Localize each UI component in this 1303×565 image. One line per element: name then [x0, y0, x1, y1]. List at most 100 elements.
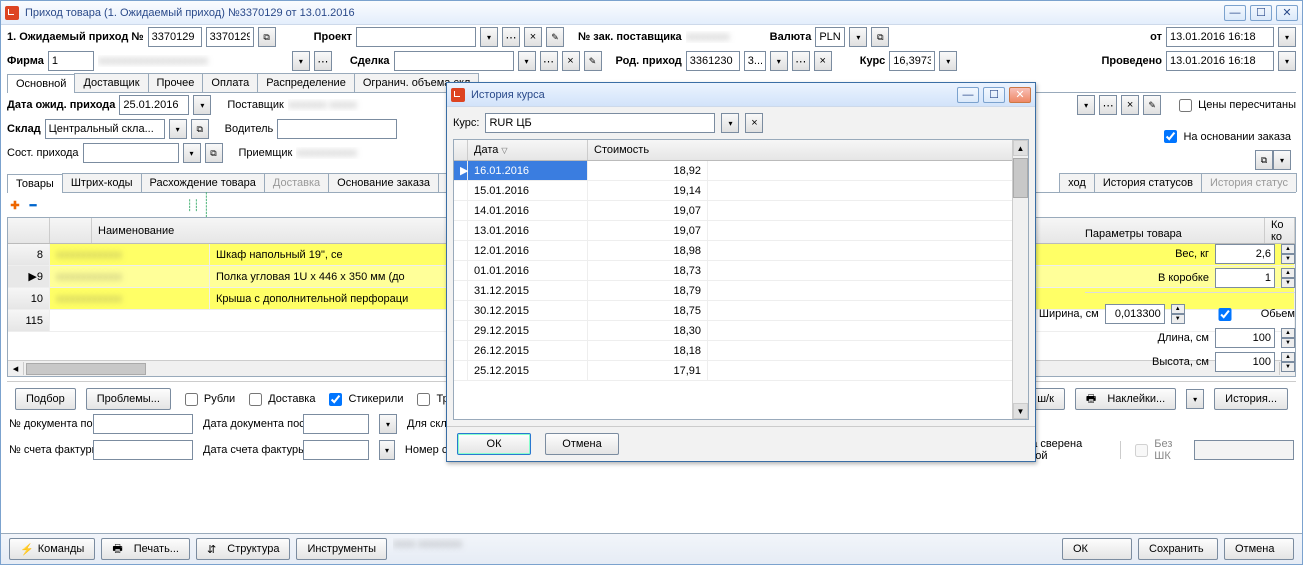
weight-up-icon[interactable]: ▲ [1281, 244, 1295, 254]
commands-button[interactable]: Команды [9, 538, 95, 560]
done-date-dropdown-icon[interactable] [1278, 51, 1296, 71]
rate-row[interactable]: 13.01.201619,07 [454, 221, 1028, 241]
rate-row[interactable]: 25.12.201517,91 [454, 361, 1028, 381]
rate-row[interactable]: 26.12.201518,18 [454, 341, 1028, 361]
supplier-more-icon[interactable] [1099, 95, 1117, 115]
length-up-icon[interactable]: ▲ [1281, 328, 1295, 338]
currency-dropdown-icon[interactable] [849, 27, 867, 47]
rubles-checkbox[interactable]: Рубли [181, 390, 235, 409]
problems-button[interactable]: Проблемы... [86, 388, 171, 410]
firm-more-icon[interactable] [314, 51, 332, 71]
box-down-icon[interactable]: ▼ [1281, 278, 1295, 288]
parent-dropdown-icon[interactable] [770, 51, 788, 71]
scroll-up-icon[interactable]: ▲ [1013, 140, 1028, 156]
rate-input[interactable] [889, 51, 935, 71]
modal-rate-dropdown-icon[interactable] [721, 113, 739, 133]
bars-icon[interactable]: ┊┊ [185, 197, 201, 213]
project-input[interactable] [356, 27, 476, 47]
project-more-icon[interactable] [502, 27, 520, 47]
length-input[interactable] [1215, 328, 1275, 348]
ok-button[interactable]: ОК [1062, 538, 1132, 560]
from-date-dropdown-icon[interactable] [1278, 27, 1296, 47]
no-bc-checkbox[interactable]: Без ШК [1131, 438, 1184, 462]
tab-discrepancy[interactable]: Расхождение товара [141, 173, 265, 192]
state-dropdown-icon[interactable] [183, 143, 201, 163]
project-dropdown-icon[interactable] [480, 27, 498, 47]
warehouse-input[interactable] [45, 119, 165, 139]
done-date-input[interactable] [1166, 51, 1274, 71]
tab-distribution[interactable]: Распределение [257, 73, 355, 92]
state-input[interactable] [83, 143, 179, 163]
warehouse-dropdown-icon[interactable] [169, 119, 187, 139]
structure-button[interactable]: ⇵ Структура [196, 538, 290, 560]
based-edit-icon[interactable] [1255, 150, 1273, 170]
print-button[interactable]: 🖶 Печать... [101, 538, 190, 560]
rate-row[interactable]: 14.01.201619,07 [454, 201, 1028, 221]
arrival-number-2-input[interactable] [206, 27, 254, 47]
rate-row[interactable]: 15.01.201619,14 [454, 181, 1028, 201]
supplier-dropdown-icon[interactable] [1077, 95, 1095, 115]
deal-dropdown-icon[interactable] [518, 51, 536, 71]
parent2-input[interactable] [744, 51, 766, 71]
col-cost[interactable]: Стоимость [588, 140, 1028, 160]
scroll-thumb[interactable] [1013, 158, 1028, 198]
tab-order-basis[interactable]: Основание заказа [328, 173, 439, 192]
add-row-icon[interactable]: ✚ [7, 197, 23, 213]
height-up-icon[interactable]: ▲ [1281, 352, 1295, 362]
modal-ok-button[interactable]: ОК [457, 433, 531, 455]
tab-delivery[interactable]: Доставка [264, 173, 329, 192]
deal-input[interactable] [394, 51, 514, 71]
bars2-icon[interactable]: ┊ ┊ [203, 197, 219, 213]
tab-barcodes[interactable]: Штрих-коды [62, 173, 142, 192]
delivery-checkbox[interactable]: Доставка [245, 390, 315, 409]
scroll-thumb[interactable] [26, 363, 146, 375]
width-up-icon[interactable]: ▲ [1171, 304, 1185, 314]
width-down-icon[interactable]: ▼ [1171, 314, 1185, 324]
tab-deliverer[interactable]: Доставщик [74, 73, 148, 92]
rate-row[interactable]: 12.01.201618,98 [454, 241, 1028, 261]
stickered-checkbox[interactable]: Стикерили [325, 390, 403, 409]
parent-input[interactable] [686, 51, 740, 71]
warehouse-edit-icon[interactable] [191, 119, 209, 139]
parent-more-icon[interactable] [792, 51, 810, 71]
minimize-button[interactable]: — [1224, 5, 1246, 21]
volume-checkbox[interactable]: Обьем [1191, 305, 1295, 324]
remove-row-icon[interactable]: ━ [25, 197, 41, 213]
based-dropdown-icon[interactable] [1273, 150, 1291, 170]
weight-input[interactable] [1215, 244, 1275, 264]
stickers-button[interactable]: 🖶 Наклейки... [1075, 388, 1176, 410]
invoice-date-input[interactable] [303, 440, 369, 460]
parent-clear-icon[interactable] [814, 51, 832, 71]
currency-edit-icon[interactable] [871, 27, 889, 47]
stickers-dropdown-icon[interactable] [1186, 389, 1204, 409]
copy-number-icon[interactable] [258, 27, 276, 47]
project-clear-icon[interactable] [524, 27, 542, 47]
expect-date-input[interactable] [119, 95, 189, 115]
tab-other[interactable]: Прочее [148, 73, 204, 92]
save-button[interactable]: Сохранить [1138, 538, 1218, 560]
modal-cancel-button[interactable]: Отмена [545, 433, 619, 455]
close-button[interactable]: ✕ [1276, 5, 1298, 21]
rate-row[interactable]: 31.12.201518,79 [454, 281, 1028, 301]
rate-row[interactable]: 29.12.201518,30 [454, 321, 1028, 341]
supplier-clear-icon[interactable] [1121, 95, 1139, 115]
arrival-number-1-input[interactable] [148, 27, 202, 47]
box-up-icon[interactable]: ▲ [1281, 268, 1295, 278]
state-edit-icon[interactable] [205, 143, 223, 163]
width-input[interactable] [1105, 304, 1165, 324]
supplier-doc-input[interactable] [93, 414, 193, 434]
tab-status-history-2[interactable]: История статус [1201, 173, 1297, 192]
rate-grid-scrollbar[interactable]: ▲ ▼ [1012, 140, 1028, 419]
rate-row[interactable]: 01.01.201618,73 [454, 261, 1028, 281]
history-button[interactable]: История... [1214, 388, 1288, 410]
tab-status-history[interactable]: История статусов [1094, 173, 1202, 192]
supplier-doc-date-dropdown-icon[interactable] [379, 414, 397, 434]
col-date[interactable]: Дата [474, 144, 498, 156]
select-button[interactable]: Подбор [15, 388, 76, 410]
expect-date-dropdown-icon[interactable] [193, 95, 211, 115]
scroll-left-icon[interactable]: ◂ [8, 362, 24, 375]
box-input[interactable] [1215, 268, 1275, 288]
modal-close-button[interactable]: ✕ [1009, 87, 1031, 103]
firm-code-input[interactable] [48, 51, 94, 71]
tab-main[interactable]: Основной [7, 74, 75, 93]
